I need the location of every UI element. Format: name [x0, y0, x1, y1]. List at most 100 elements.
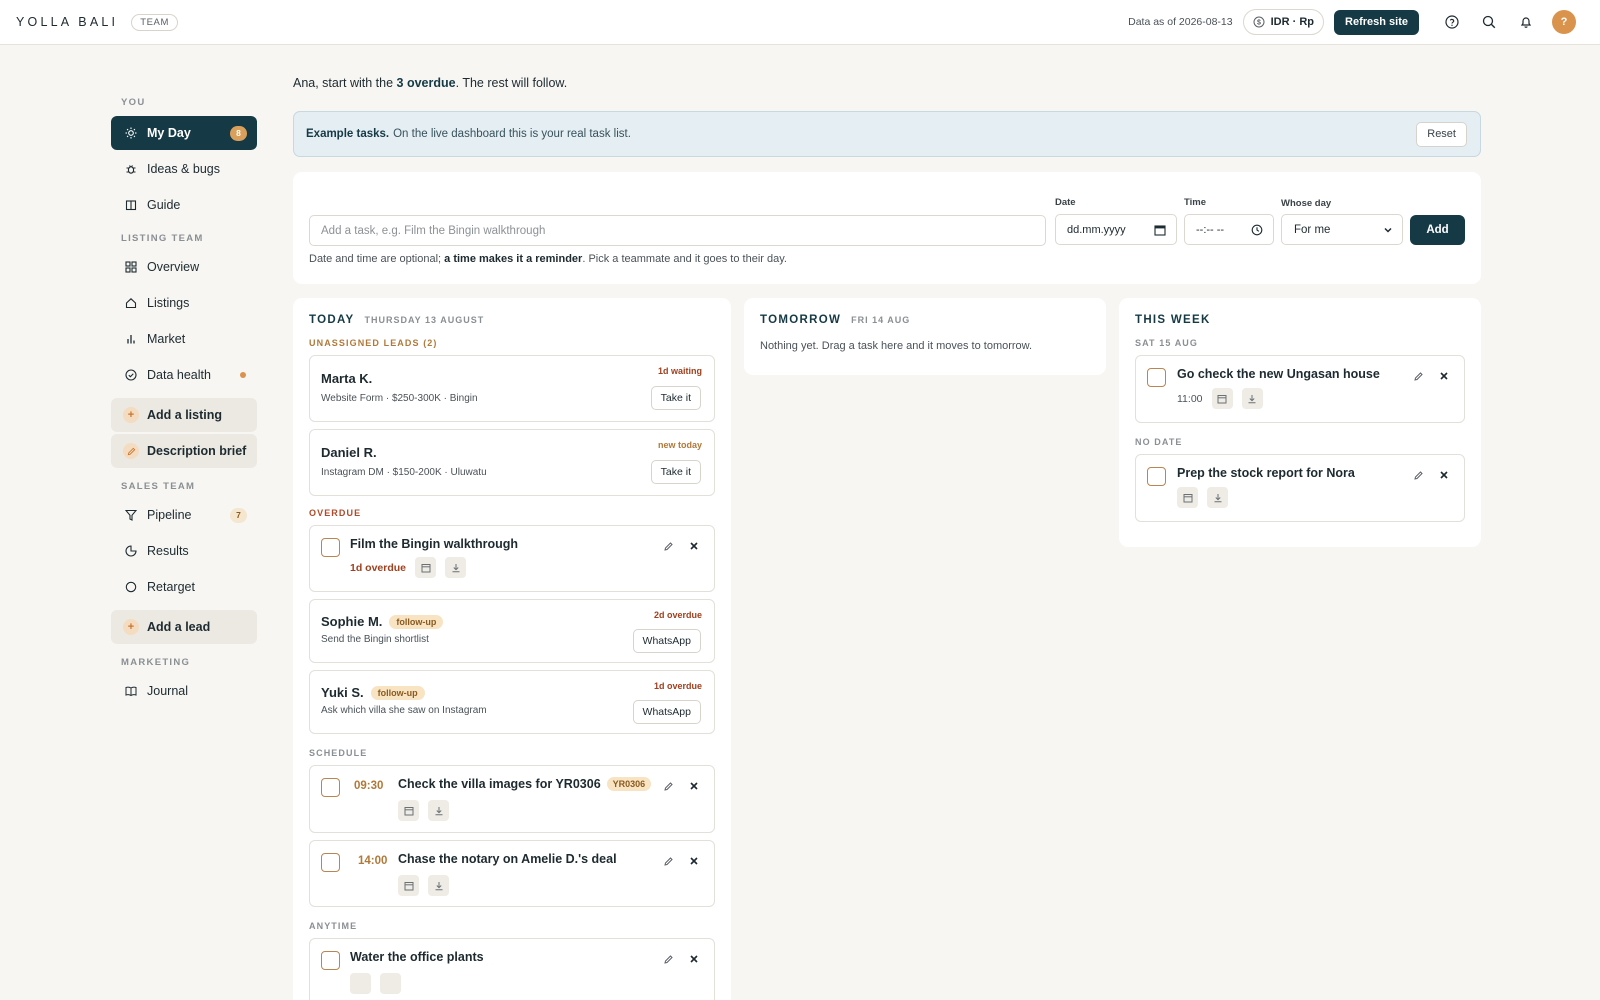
whose-day-select[interactable]: For me — [1281, 214, 1403, 245]
clock-icon[interactable] — [1251, 224, 1263, 236]
time-label: Time — [1184, 197, 1207, 208]
task-card[interactable]: Prep the stock report for Nora — [1135, 454, 1465, 522]
sidebar-item-overview[interactable]: Overview — [111, 250, 257, 284]
brand-logo[interactable]: YOLLA BALI — [16, 15, 118, 29]
sidebar-item-label: My Day — [147, 126, 191, 140]
search-icon[interactable] — [1470, 9, 1507, 35]
lead-card[interactable]: Marta K. Website Form · $250-300K · Bing… — [309, 355, 715, 422]
home-icon — [125, 297, 137, 309]
sidebar-item-label: Results — [147, 544, 189, 558]
tomorrow-column: TOMORROW FRI 14 AUG Nothing yet. Drag a … — [744, 298, 1106, 375]
task-checkbox[interactable] — [321, 538, 340, 557]
whatsapp-button[interactable]: WhatsApp — [632, 629, 701, 653]
book-icon — [125, 199, 137, 211]
lead-card[interactable]: Daniel R. Instagram DM · $150-200K · Ulu… — [309, 429, 715, 496]
listing-ref-badge[interactable]: YR0306 — [606, 777, 652, 791]
edit-icon[interactable] — [658, 536, 678, 556]
task-card[interactable]: Water the office plants — [309, 938, 715, 1000]
task-card[interactable]: Go check the new Ungasan house 11:00 — [1135, 355, 1465, 423]
download-icon[interactable] — [380, 973, 401, 994]
lead-name: Daniel R. — [321, 445, 377, 460]
add-listing-button[interactable]: + Add a listing — [111, 398, 257, 432]
sidebar-item-label: Ideas & bugs — [147, 162, 220, 176]
download-icon[interactable] — [1241, 388, 1263, 409]
sidebar-item-journal[interactable]: Journal — [111, 674, 257, 708]
close-icon[interactable] — [1434, 465, 1454, 485]
followup-card[interactable]: Sophie M. follow-up Send the Bingin short… — [309, 599, 715, 663]
task-checkbox[interactable] — [1147, 368, 1166, 387]
task-card[interactable]: 09:30 Check the villa images for YR0306 Y… — [309, 765, 715, 833]
edit-icon[interactable] — [658, 851, 678, 871]
user-avatar[interactable]: ? — [1552, 10, 1576, 34]
edit-icon[interactable] — [1408, 366, 1428, 386]
take-lead-button[interactable]: Take it — [650, 460, 701, 484]
take-lead-button[interactable]: Take it — [650, 386, 701, 410]
time-field[interactable]: --:-- -- — [1184, 214, 1274, 245]
add-lead-button[interactable]: + Add a lead — [111, 610, 257, 644]
task-checkbox[interactable] — [1147, 467, 1166, 486]
add-task-button[interactable]: Add — [1410, 215, 1465, 245]
task-card[interactable]: 14:00 Chase the notary on Amelie D.'s de… — [309, 840, 715, 907]
download-icon[interactable] — [445, 557, 467, 578]
today-date: THURSDAY 13 AUGUST — [364, 315, 485, 325]
task-checkbox[interactable] — [321, 853, 340, 872]
task-title: Check the villa images for YR0306 — [398, 777, 601, 791]
download-icon[interactable] — [428, 875, 449, 896]
sidebar: YOU My Day 8 Ideas & bugs Guide LISTING … — [111, 96, 257, 708]
sidebar-item-label: Pipeline — [147, 508, 192, 522]
sidebar-item-data-health[interactable]: Data health — [111, 358, 257, 392]
sidebar-item-guide[interactable]: Guide — [111, 188, 257, 222]
close-icon[interactable] — [684, 949, 704, 969]
download-icon[interactable] — [1207, 487, 1228, 508]
calendar-icon[interactable] — [1177, 487, 1198, 508]
edit-icon[interactable] — [1408, 465, 1428, 485]
task-checkbox[interactable] — [321, 951, 340, 970]
task-checkbox[interactable] — [321, 778, 340, 797]
plus-icon: + — [123, 619, 139, 635]
sidebar-item-ideas-bugs[interactable]: Ideas & bugs — [111, 152, 257, 186]
task-card[interactable]: Film the Bingin walkthrough 1d overdue — [309, 525, 715, 592]
close-icon[interactable] — [684, 776, 704, 796]
followup-card[interactable]: Yuki S. follow-up Ask which villa she saw… — [309, 670, 715, 734]
calendar-icon[interactable] — [398, 800, 419, 821]
reset-button[interactable]: Reset — [1416, 121, 1467, 147]
add-task-form: Add a task, e.g. Film the Bingin walkthr… — [293, 172, 1481, 284]
close-icon[interactable] — [684, 851, 704, 871]
sidebar-item-my-day[interactable]: My Day 8 — [111, 116, 257, 150]
notifications-bell-icon[interactable] — [1507, 9, 1544, 35]
edit-icon[interactable] — [658, 949, 678, 969]
task-input[interactable]: Add a task, e.g. Film the Bingin walkthr… — [309, 215, 1046, 246]
overdue-count[interactable]: 3 overdue — [397, 76, 456, 90]
calendar-icon[interactable] — [350, 973, 371, 994]
sidebar-item-label: Journal — [147, 684, 188, 698]
calendar-icon[interactable] — [415, 557, 437, 578]
add-task-hint: Date and time are optional; a time makes… — [309, 253, 787, 265]
banner-title: Example tasks. — [306, 128, 390, 140]
calendar-icon[interactable] — [1154, 224, 1166, 236]
sidebar-item-retarget[interactable]: Retarget — [111, 570, 257, 604]
help-icon[interactable] — [1433, 9, 1470, 35]
sidebar-item-pipeline[interactable]: Pipeline 7 — [111, 498, 257, 532]
date-field[interactable]: dd.mm.yyyy — [1055, 214, 1177, 245]
close-icon[interactable] — [1434, 366, 1454, 386]
refresh-site-button[interactable]: Refresh site — [1334, 9, 1419, 35]
data-as-of: Data as of 2026-08-13 — [1128, 16, 1233, 28]
edit-icon[interactable] — [658, 776, 678, 796]
close-icon[interactable] — [684, 536, 704, 556]
currency-selector[interactable]: $ IDR · Rp — [1242, 9, 1325, 35]
lead-detail: Instagram DM · $150-200K · Uluwatu — [321, 467, 487, 478]
calendar-icon[interactable] — [398, 875, 419, 896]
status-dot — [240, 372, 246, 378]
pencil-icon — [123, 443, 139, 459]
sidebar-item-listings[interactable]: Listings — [111, 286, 257, 320]
calendar-icon[interactable] — [1211, 388, 1233, 409]
check-circle-icon — [125, 369, 137, 381]
my-day-count-badge: 8 — [230, 125, 247, 141]
this-week-title: THIS WEEK — [1135, 314, 1211, 326]
this-week-column: THIS WEEK SAT 15 AUG Go check the new Un… — [1119, 298, 1481, 547]
description-brief-button[interactable]: Description brief — [111, 434, 257, 468]
sidebar-item-results[interactable]: Results — [111, 534, 257, 568]
whatsapp-button[interactable]: WhatsApp — [632, 700, 701, 724]
download-icon[interactable] — [428, 800, 449, 821]
sidebar-item-market[interactable]: Market — [111, 322, 257, 356]
